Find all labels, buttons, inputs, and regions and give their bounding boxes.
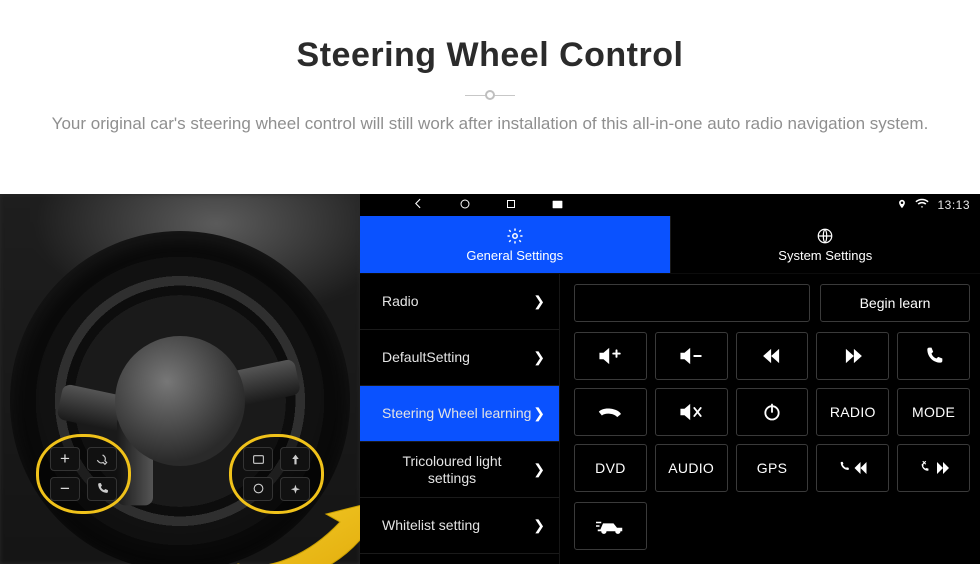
- gear-icon: [506, 227, 524, 245]
- sidebar-item-label: Tricoloured light settings: [382, 453, 522, 485]
- tab-general-settings[interactable]: General Settings: [360, 216, 670, 273]
- card-icon[interactable]: [551, 197, 564, 213]
- sidebar-item-label: Radio: [382, 293, 419, 309]
- tab-system-settings[interactable]: System Settings: [670, 216, 980, 273]
- swc-btn-dvd[interactable]: DVD: [574, 444, 647, 492]
- sidebar-item-label: DefaultSetting: [382, 349, 470, 365]
- hero-section: Steering Wheel Control Your original car…: [0, 0, 980, 137]
- wifi-icon: [915, 198, 929, 212]
- settings-tabs: General Settings System Settings: [360, 216, 980, 274]
- wheel-btn-phone: [87, 477, 117, 501]
- swc-btn-vol-up[interactable]: [574, 332, 647, 380]
- chevron-right-icon: ❯: [533, 405, 545, 421]
- button-label: GPS: [757, 460, 787, 476]
- title-underline: [465, 93, 515, 97]
- swc-btn-car-side[interactable]: [574, 502, 647, 550]
- recents-icon[interactable]: [505, 197, 517, 213]
- swc-btn-audio[interactable]: AUDIO: [655, 444, 728, 492]
- clock-time: 13:13: [937, 198, 970, 212]
- chevron-right-icon: ❯: [533, 293, 545, 309]
- swc-btn-phone-hangup[interactable]: [574, 388, 647, 436]
- swc-btn-vol-down[interactable]: [655, 332, 728, 380]
- wheel-btn-voice: [87, 447, 117, 471]
- swc-btn-mute[interactable]: [655, 388, 728, 436]
- chevron-right-icon: ❯: [533, 517, 545, 533]
- wheel-btn-menu: [243, 447, 273, 471]
- page-title: Steering Wheel Control: [0, 36, 980, 75]
- sidebar-item-steering-wheel-learning[interactable]: Steering Wheel learning ❯: [360, 386, 559, 442]
- tab-label: System Settings: [778, 248, 872, 263]
- head-unit-screen: 13:13 General Settings: [360, 194, 980, 564]
- location-icon: [897, 198, 907, 213]
- begin-learn-button[interactable]: Begin learn: [820, 284, 970, 322]
- swc-btn-radio[interactable]: RADIO: [816, 388, 889, 436]
- wheel-btn-ok: [243, 477, 273, 501]
- sidebar-item-whitelist[interactable]: Whitelist setting ❯: [360, 498, 559, 554]
- settings-sidebar: Radio ❯ DefaultSetting ❯ Steering Wheel …: [360, 274, 560, 564]
- sidebar-item-label: Steering Wheel learning: [382, 405, 531, 421]
- home-icon[interactable]: [459, 197, 471, 213]
- android-status-bar: 13:13: [360, 194, 980, 216]
- tab-label: General Settings: [466, 248, 563, 263]
- button-label: MODE: [912, 404, 955, 420]
- steering-wheel-learning-content: Begin learn: [560, 274, 980, 564]
- back-icon[interactable]: [412, 197, 425, 213]
- wheel-btn-plus: +: [50, 447, 80, 471]
- page-subtitle: Your original car's steering wheel contr…: [0, 111, 980, 137]
- wheel-button-cluster-right: [229, 434, 324, 514]
- wheel-btn-minus: −: [50, 477, 80, 501]
- button-label: AUDIO: [668, 460, 714, 476]
- wheel-btn-up: [280, 447, 310, 471]
- swc-btn-power[interactable]: [736, 388, 809, 436]
- button-label: DVD: [595, 460, 625, 476]
- sidebar-item-radio[interactable]: Radio ❯: [360, 274, 559, 330]
- steering-wheel-image: + −: [0, 194, 360, 564]
- sidebar-item-label: Whitelist setting: [382, 517, 480, 533]
- button-label: RADIO: [830, 404, 876, 420]
- learning-readout-box: [574, 284, 810, 322]
- steering-wheel: [10, 231, 350, 564]
- main-panel: + −: [0, 194, 980, 564]
- wheel-button-cluster-left: + −: [36, 434, 131, 514]
- globe-icon: [816, 227, 834, 245]
- sidebar-item-default-setting[interactable]: DefaultSetting ❯: [360, 330, 559, 386]
- swc-btn-gps[interactable]: GPS: [736, 444, 809, 492]
- swc-btn-prev-track[interactable]: [736, 332, 809, 380]
- swc-btn-mode[interactable]: MODE: [897, 388, 970, 436]
- sidebar-item-tricoloured-light[interactable]: Tricoloured light settings ❯: [360, 442, 559, 498]
- swc-btn-phone-prev[interactable]: [816, 444, 889, 492]
- chevron-right-icon: ❯: [533, 349, 545, 365]
- wheel-btn-nav: [280, 477, 310, 501]
- button-label: Begin learn: [860, 295, 931, 311]
- swc-btn-phone-next[interactable]: [897, 444, 970, 492]
- swc-btn-phone-answer[interactable]: [897, 332, 970, 380]
- chevron-right-icon: ❯: [533, 461, 545, 477]
- swc-btn-next-track[interactable]: [816, 332, 889, 380]
